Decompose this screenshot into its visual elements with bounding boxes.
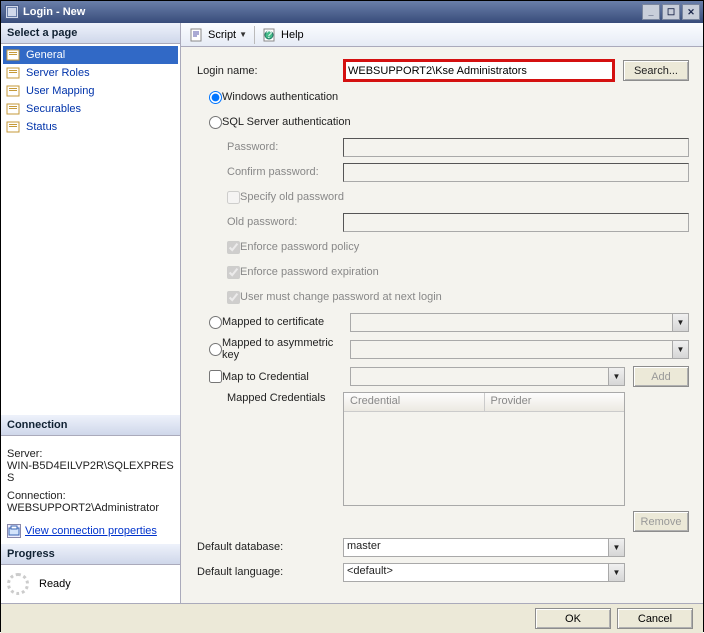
window-icon bbox=[5, 5, 19, 19]
sidebar-item-label: Server Roles bbox=[26, 67, 90, 79]
view-connection-properties-link[interactable]: View connection properties bbox=[25, 525, 157, 537]
cert-combo[interactable]: ▼ bbox=[350, 313, 689, 332]
sidebar-item-general[interactable]: General bbox=[3, 46, 178, 64]
chevron-down-icon[interactable]: ▼ bbox=[608, 538, 625, 557]
th-credential: Credential bbox=[344, 393, 485, 411]
password-input bbox=[343, 138, 689, 157]
help-icon: ? bbox=[262, 27, 278, 43]
button-bar: OK Cancel bbox=[1, 603, 703, 633]
mapped-cert-radio[interactable] bbox=[209, 316, 222, 329]
sidebar-item-securables[interactable]: Securables bbox=[3, 100, 178, 118]
ok-button[interactable]: OK bbox=[535, 608, 611, 629]
map-credential-label: Map to Credential bbox=[222, 371, 350, 383]
chevron-down-icon: ▼ bbox=[239, 30, 247, 39]
default-db-value: master bbox=[343, 538, 608, 557]
cancel-button[interactable]: Cancel bbox=[617, 608, 693, 629]
map-credential-checkbox[interactable] bbox=[209, 370, 222, 383]
enforce-expiration-checkbox bbox=[227, 266, 240, 279]
sidebar: Select a page General Server Roles User … bbox=[1, 23, 181, 603]
mapped-credentials-label: Mapped Credentials bbox=[195, 392, 343, 404]
page-icon bbox=[6, 66, 22, 80]
minimize-button[interactable]: _ bbox=[642, 4, 660, 20]
windows-auth-radio[interactable] bbox=[209, 91, 222, 104]
old-password-label: Old password: bbox=[195, 216, 343, 228]
default-db-label: Default database: bbox=[195, 541, 343, 553]
sidebar-item-user-mapping[interactable]: User Mapping bbox=[3, 82, 178, 100]
confirm-password-label: Confirm password: bbox=[195, 166, 343, 178]
page-icon bbox=[6, 102, 22, 116]
help-button[interactable]: ? Help bbox=[258, 25, 308, 45]
mapped-cert-label: Mapped to certificate bbox=[222, 316, 350, 328]
maximize-button[interactable]: ☐ bbox=[662, 4, 680, 20]
mapped-asym-label: Mapped to asymmetric key bbox=[222, 337, 350, 361]
add-button: Add bbox=[633, 366, 689, 387]
chevron-down-icon[interactable]: ▼ bbox=[608, 367, 625, 386]
sidebar-item-label: General bbox=[26, 49, 65, 61]
enforce-expiration-label: Enforce password expiration bbox=[240, 266, 379, 278]
credential-combo[interactable]: ▼ bbox=[350, 367, 625, 386]
server-value: WIN-B5D4EILVP2R\SQLEXPRESS bbox=[7, 460, 174, 484]
select-page-header: Select a page bbox=[1, 23, 180, 44]
default-lang-label: Default language: bbox=[195, 566, 343, 578]
th-provider: Provider bbox=[485, 393, 625, 411]
must-change-checkbox bbox=[227, 291, 240, 304]
enforce-policy-label: Enforce password policy bbox=[240, 241, 359, 253]
default-lang-combo[interactable]: <default> ▼ bbox=[343, 563, 625, 582]
old-password-input bbox=[343, 213, 689, 232]
progress-text: Ready bbox=[39, 578, 71, 590]
page-icon bbox=[6, 48, 22, 62]
progress-header: Progress bbox=[1, 544, 180, 565]
mapped-asym-radio[interactable] bbox=[209, 343, 222, 356]
connection-header: Connection bbox=[1, 415, 180, 436]
title-bar: Login - New _ ☐ ✕ bbox=[1, 1, 703, 23]
default-lang-value: <default> bbox=[343, 563, 608, 582]
connection-properties-icon bbox=[7, 524, 21, 538]
toolbar: Script ▼ ? Help bbox=[181, 23, 703, 47]
credentials-table: Credential Provider bbox=[343, 392, 625, 506]
page-icon bbox=[6, 120, 22, 134]
server-label: Server: bbox=[7, 448, 174, 460]
connection-value: WEBSUPPORT2\Administrator bbox=[7, 502, 174, 514]
default-db-combo[interactable]: master ▼ bbox=[343, 538, 625, 557]
specify-old-password-label: Specify old password bbox=[240, 191, 344, 203]
form-area: Login name: Search... Windows authentica… bbox=[181, 47, 703, 603]
login-name-input[interactable] bbox=[343, 59, 615, 82]
confirm-password-input bbox=[343, 163, 689, 182]
sidebar-item-status[interactable]: Status bbox=[3, 118, 178, 136]
close-button[interactable]: ✕ bbox=[682, 4, 700, 20]
script-icon bbox=[189, 27, 205, 43]
asym-combo[interactable]: ▼ bbox=[350, 340, 689, 359]
sidebar-item-server-roles[interactable]: Server Roles bbox=[3, 64, 178, 82]
chevron-down-icon[interactable]: ▼ bbox=[672, 313, 689, 332]
svg-text:?: ? bbox=[266, 29, 272, 41]
remove-button: Remove bbox=[633, 511, 689, 532]
progress-spinner-icon bbox=[7, 573, 29, 595]
page-list: General Server Roles User Mapping Secura… bbox=[1, 44, 180, 138]
chevron-down-icon[interactable]: ▼ bbox=[608, 563, 625, 582]
login-name-label: Login name: bbox=[195, 65, 343, 77]
password-label: Password: bbox=[195, 141, 343, 153]
sql-auth-label: SQL Server authentication bbox=[222, 116, 351, 128]
page-icon bbox=[6, 84, 22, 98]
must-change-label: User must change password at next login bbox=[240, 291, 442, 303]
search-button[interactable]: Search... bbox=[623, 60, 689, 81]
windows-auth-label: Windows authentication bbox=[222, 91, 338, 103]
chevron-down-icon[interactable]: ▼ bbox=[672, 340, 689, 359]
specify-old-password-checkbox bbox=[227, 191, 240, 204]
sql-auth-radio[interactable] bbox=[209, 116, 222, 129]
window-title: Login - New bbox=[23, 6, 640, 18]
enforce-policy-checkbox bbox=[227, 241, 240, 254]
script-button[interactable]: Script ▼ bbox=[185, 25, 251, 45]
sidebar-item-label: Status bbox=[26, 121, 57, 133]
sidebar-item-label: User Mapping bbox=[26, 85, 94, 97]
sidebar-item-label: Securables bbox=[26, 103, 81, 115]
connection-label: Connection: bbox=[7, 490, 174, 502]
